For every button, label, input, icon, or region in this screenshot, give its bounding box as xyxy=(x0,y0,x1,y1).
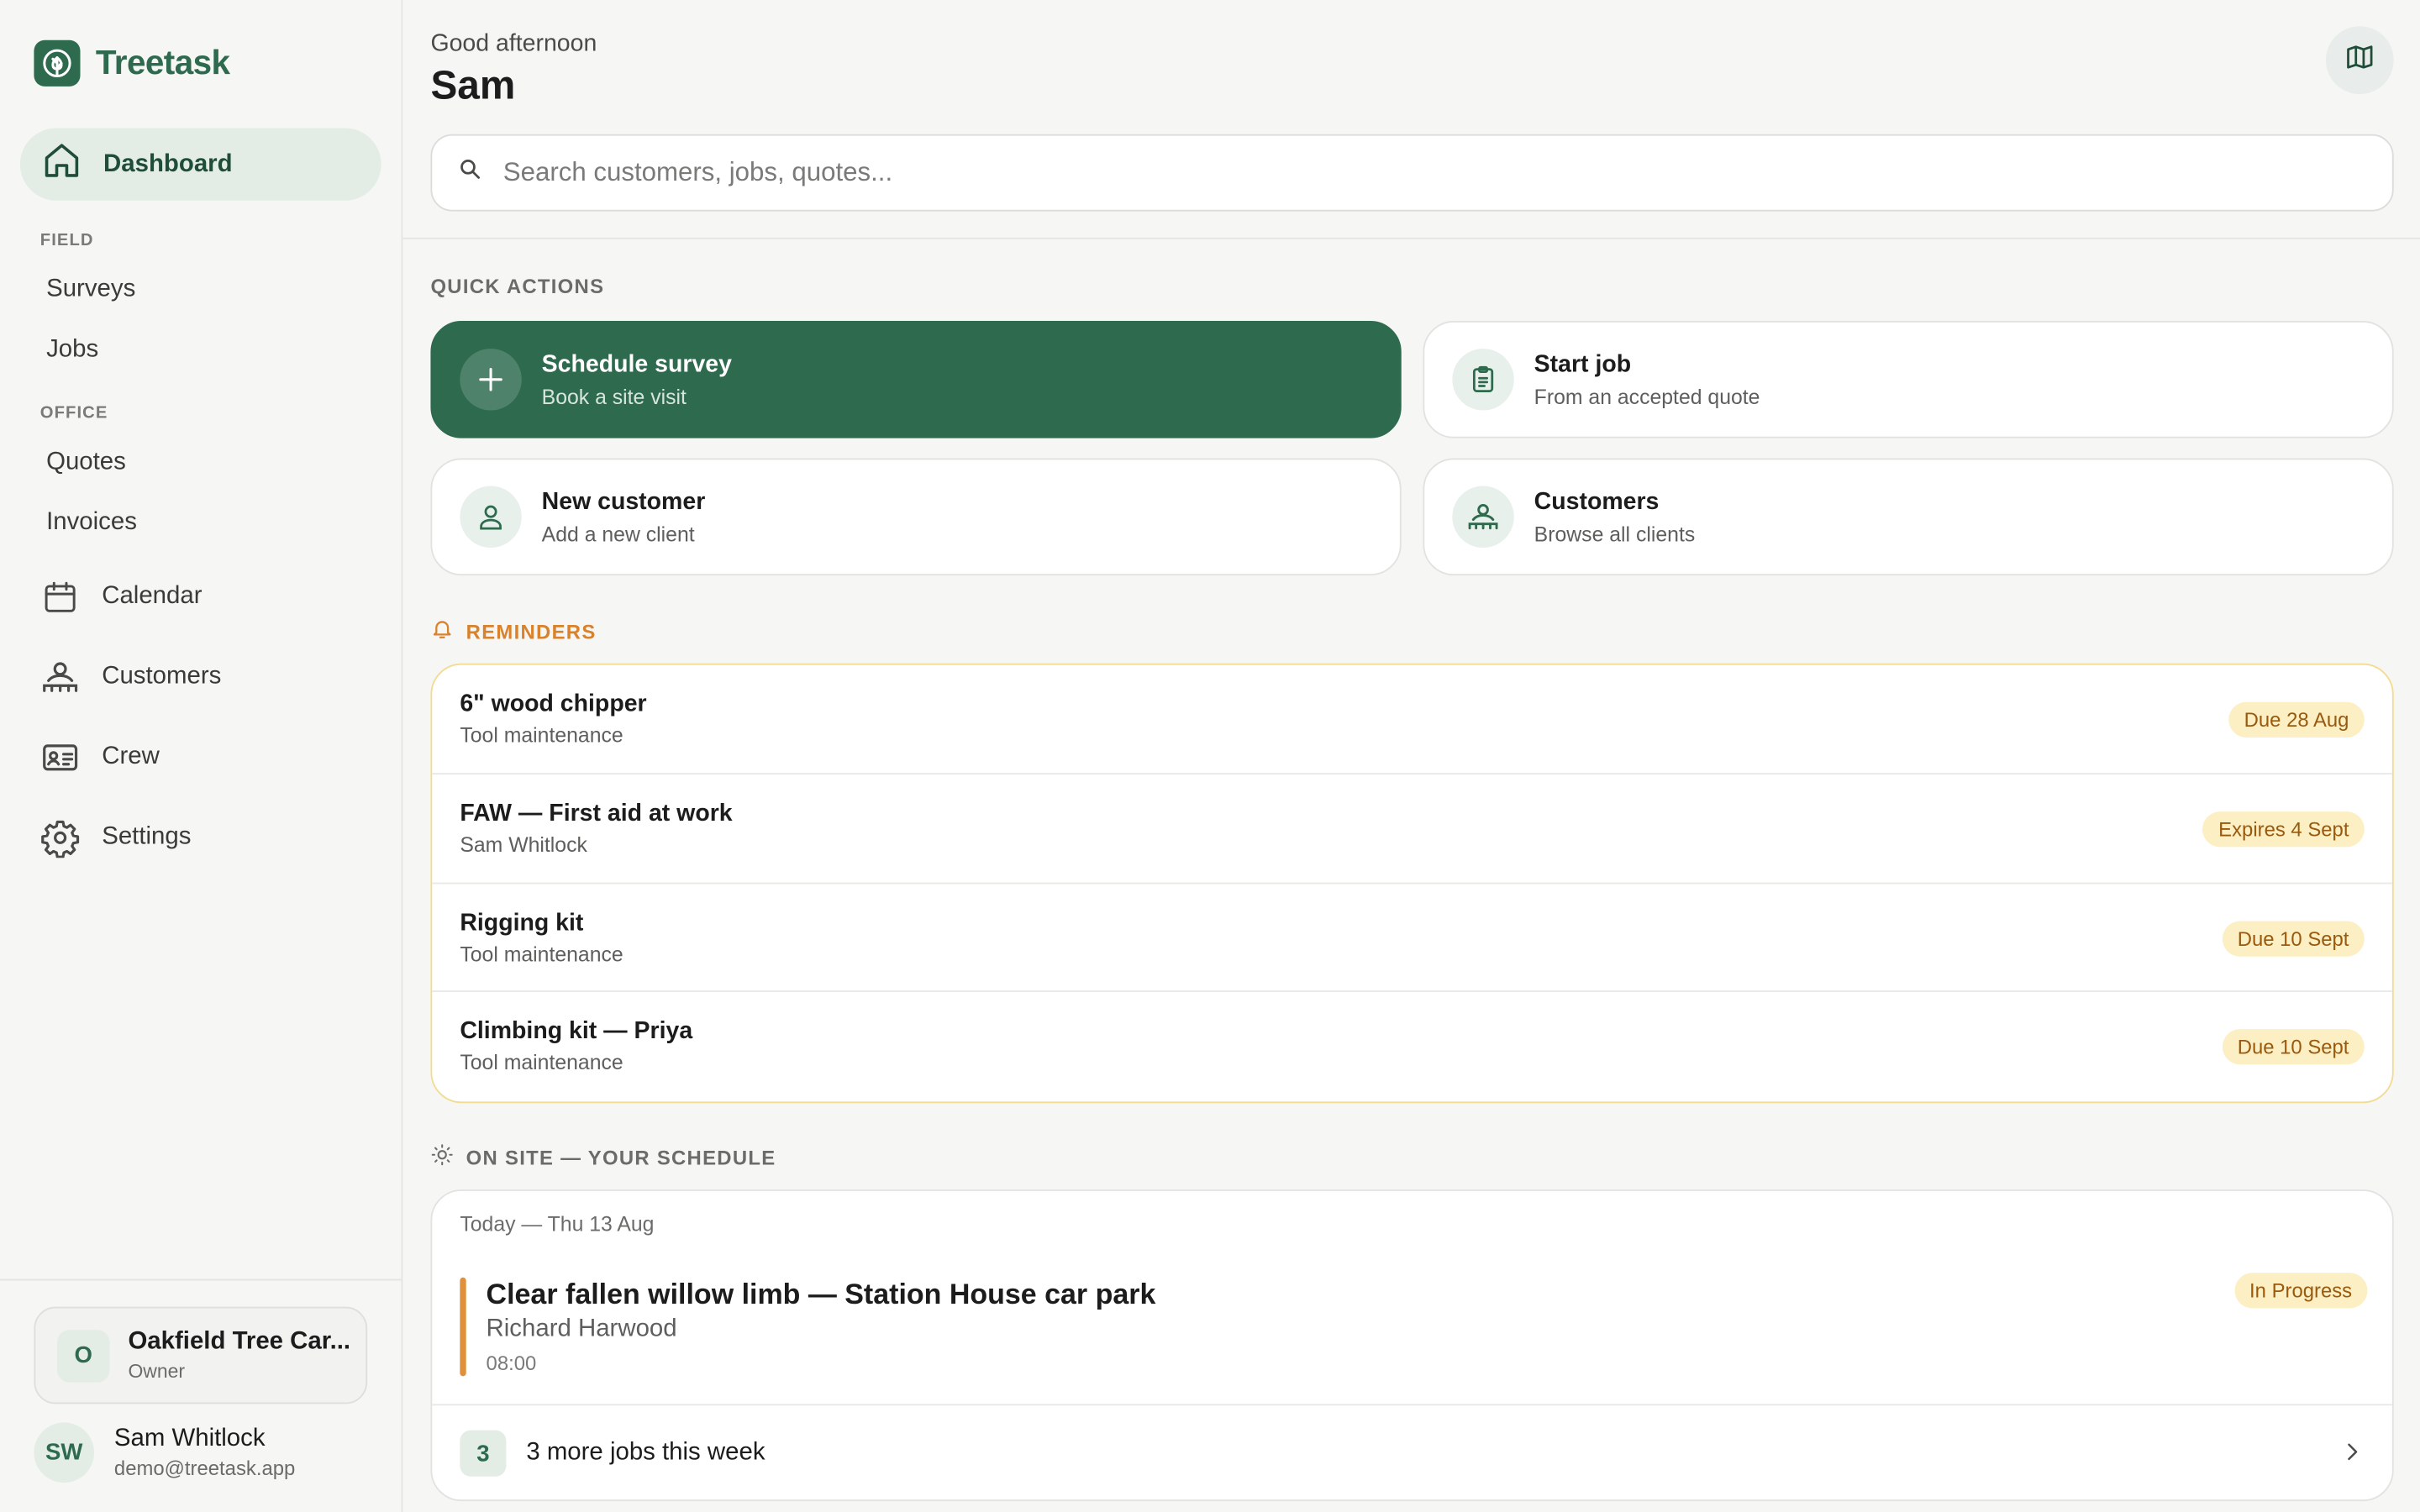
reminder-title: FAW — First aid at work xyxy=(460,800,733,827)
more-jobs-text: 3 more jobs this week xyxy=(526,1439,765,1466)
avatar: SW xyxy=(34,1422,95,1483)
reminders-heading: REMINDERS xyxy=(430,617,596,645)
action-subtitle: Browse all clients xyxy=(1534,522,1696,546)
sun-icon xyxy=(430,1143,454,1171)
reminder-subtitle: Tool maintenance xyxy=(460,723,623,747)
search-icon xyxy=(458,157,481,188)
nav-section-office: OFFICE xyxy=(39,404,108,423)
org-name: Oakfield Tree Car... xyxy=(128,1328,351,1355)
user-name: Sam Whitlock xyxy=(113,1425,266,1452)
schedule-heading: ON SITE — YOUR SCHEDULE xyxy=(430,1143,776,1171)
sidebar-item-label: Calendar xyxy=(102,583,203,610)
reminder-subtitle: Sam Whitlock xyxy=(460,832,587,856)
home-icon xyxy=(42,140,82,188)
more-jobs-count: 3 xyxy=(460,1430,507,1477)
calendar-icon xyxy=(40,577,81,617)
customers-icon xyxy=(1452,486,1514,549)
plus-icon xyxy=(460,349,522,411)
user-profile[interactable]: SW Sam Whitlock demo@treetask.app xyxy=(34,1422,295,1483)
customers-icon xyxy=(40,657,81,697)
org-avatar: O xyxy=(56,1329,110,1382)
sidebar-item-quotes[interactable]: Quotes xyxy=(46,449,126,476)
job-time: 08:00 xyxy=(486,1351,537,1375)
sidebar-item-crew[interactable]: Crew xyxy=(40,738,160,778)
job-status-bar xyxy=(460,1277,466,1377)
gear-icon xyxy=(40,817,81,858)
new-customer-button[interactable]: New customer Add a new client xyxy=(430,458,1402,576)
schedule-title: ON SITE — YOUR SCHEDULE xyxy=(466,1145,776,1169)
list-item[interactable]: 6" wood chipper Tool maintenance Due 28 … xyxy=(432,665,2392,774)
schedule-survey-button[interactable]: Schedule survey Book a site visit xyxy=(430,321,1402,438)
action-subtitle: Add a new client xyxy=(541,522,695,546)
start-job-button[interactable]: Start job From an accepted quote xyxy=(1423,321,2394,438)
list-item[interactable]: Rigging kit Tool maintenance Due 10 Sept xyxy=(432,884,2392,993)
clipboard-icon xyxy=(1452,349,1514,411)
list-item[interactable]: FAW — First aid at work Sam Whitlock Exp… xyxy=(432,774,2392,884)
action-subtitle: Book a site visit xyxy=(541,385,687,408)
quick-actions-heading: QUICK ACTIONS xyxy=(430,274,605,298)
header: Good afternoon Sam xyxy=(402,0,2420,239)
map-icon xyxy=(2344,41,2375,80)
user-icon xyxy=(460,486,522,549)
job-client: Richard Harwood xyxy=(486,1315,677,1342)
organization-switcher[interactable]: O Oakfield Tree Car... Owner xyxy=(34,1306,368,1404)
brand[interactable]: Treetask xyxy=(34,39,230,87)
map-button[interactable] xyxy=(2325,26,2394,95)
leaf-icon xyxy=(34,39,81,87)
search-input[interactable] xyxy=(502,157,2325,189)
action-title: Customers xyxy=(1534,488,1660,515)
sidebar-item-dashboard[interactable]: Dashboard xyxy=(19,128,381,201)
schedule-date: Today — Thu 13 Aug xyxy=(460,1212,655,1236)
sidebar-item-invoices[interactable]: Invoices xyxy=(46,509,137,537)
action-subtitle: From an accepted quote xyxy=(1534,385,1760,408)
nav-section-field: FIELD xyxy=(39,231,94,250)
sidebar-item-surveys[interactable]: Surveys xyxy=(46,276,135,304)
reminder-subtitle: Tool maintenance xyxy=(460,1051,623,1074)
chevron-right-icon xyxy=(2339,1440,2364,1473)
status-badge: Due 10 Sept xyxy=(2222,920,2365,956)
id-card-icon xyxy=(40,738,81,778)
status-badge: Expires 4 Sept xyxy=(2202,811,2365,847)
org-role: Owner xyxy=(128,1360,186,1383)
user-email: demo@treetask.app xyxy=(113,1456,296,1480)
reminder-title: 6" wood chipper xyxy=(460,690,647,718)
reminder-subtitle: Tool maintenance xyxy=(460,942,623,965)
greeting: Good afternoon xyxy=(430,30,597,57)
job-item[interactable]: Clear fallen willow limb — Station House… xyxy=(460,1273,2368,1377)
sidebar-item-label: Dashboard xyxy=(103,150,233,177)
status-badge: Due 10 Sept xyxy=(2222,1029,2365,1065)
sidebar: Treetask Dashboard FIELD Surveys Jobs OF… xyxy=(0,0,403,1512)
status-badge: Due 28 Aug xyxy=(2228,701,2365,738)
action-title: Start job xyxy=(1534,350,1632,378)
sidebar-item-customers[interactable]: Customers xyxy=(40,657,222,697)
reminder-title: Climbing kit — Priya xyxy=(460,1018,693,1045)
job-title: Clear fallen willow limb — Station House… xyxy=(486,1277,1156,1310)
schedule-card: Today — Thu 13 Aug Clear fallen willow l… xyxy=(430,1189,2394,1502)
sidebar-item-label: Customers xyxy=(102,663,222,690)
action-title: Schedule survey xyxy=(541,350,732,378)
sidebar-item-label: Crew xyxy=(102,743,160,770)
page-title: Sam xyxy=(430,61,516,108)
reminders-list: 6" wood chipper Tool maintenance Due 28 … xyxy=(430,663,2394,1104)
sidebar-item-label: Settings xyxy=(102,823,192,851)
sidebar-item-jobs[interactable]: Jobs xyxy=(46,336,98,364)
app-root: Treetask Dashboard FIELD Surveys Jobs OF… xyxy=(0,0,2420,1512)
reminders-title: REMINDERS xyxy=(466,619,597,643)
reminder-title: Rigging kit xyxy=(460,909,584,936)
bell-icon xyxy=(430,617,454,645)
status-badge: In Progress xyxy=(2233,1273,2368,1309)
action-title: New customer xyxy=(541,488,706,515)
sidebar-divider xyxy=(0,1278,402,1281)
brand-name: Treetask xyxy=(95,43,230,82)
customers-button[interactable]: Customers Browse all clients xyxy=(1423,458,2394,576)
list-item[interactable]: Climbing kit — Priya Tool maintenance Du… xyxy=(432,992,2392,1101)
sidebar-item-settings[interactable]: Settings xyxy=(40,817,192,858)
sidebar-item-calendar[interactable]: Calendar xyxy=(40,577,203,617)
search-bar[interactable] xyxy=(430,134,2394,212)
more-jobs-link[interactable]: 3 3 more jobs this week xyxy=(432,1404,2392,1499)
